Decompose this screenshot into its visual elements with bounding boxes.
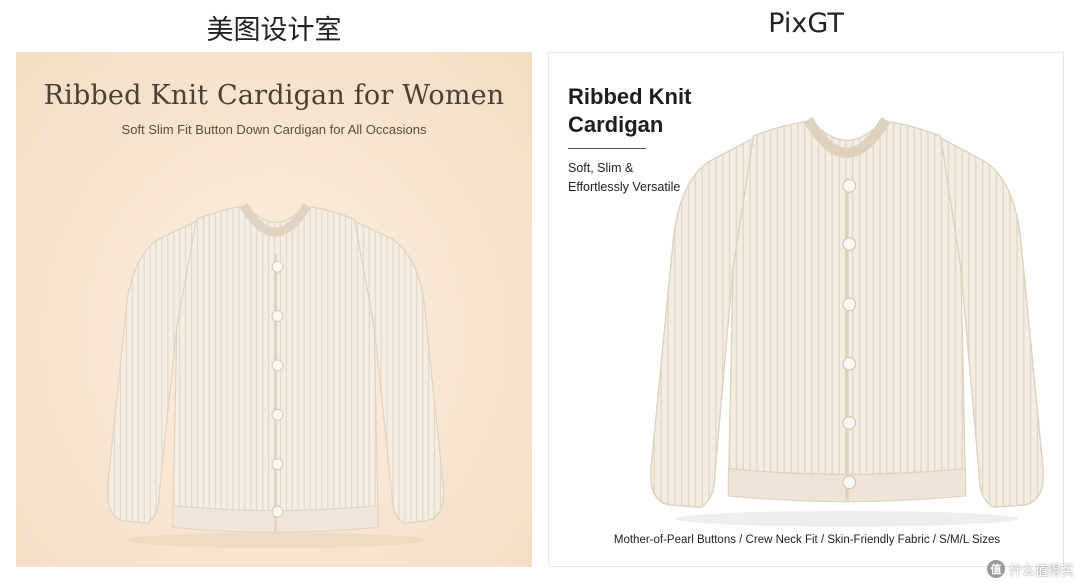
left-product-card: Ribbed Knit Cardigan for Women Soft Slim… — [16, 52, 532, 567]
label-pixgt: PixGT — [768, 8, 844, 39]
right-product-card: Ribbed Knit Cardigan Soft, Slim & Effort… — [548, 52, 1064, 567]
watermark-text: 什么值得买 — [1008, 562, 1074, 578]
left-title: Ribbed Knit Cardigan for Women — [43, 80, 505, 111]
cardigan-image — [650, 117, 1044, 527]
smzdm-logo-icon: 值 — [986, 560, 1005, 578]
label-meitu: 美图设计室 — [206, 15, 342, 46]
smzdm-watermark: 值 什么值得买 — [986, 559, 1074, 579]
feature-list: Mother-of-Pearl Buttons / Crew Neck Fit … — [613, 534, 1001, 546]
left-subtitle: Soft Slim Fit Button Down Cardigan for A… — [121, 122, 427, 137]
cardigan-image — [106, 203, 445, 549]
